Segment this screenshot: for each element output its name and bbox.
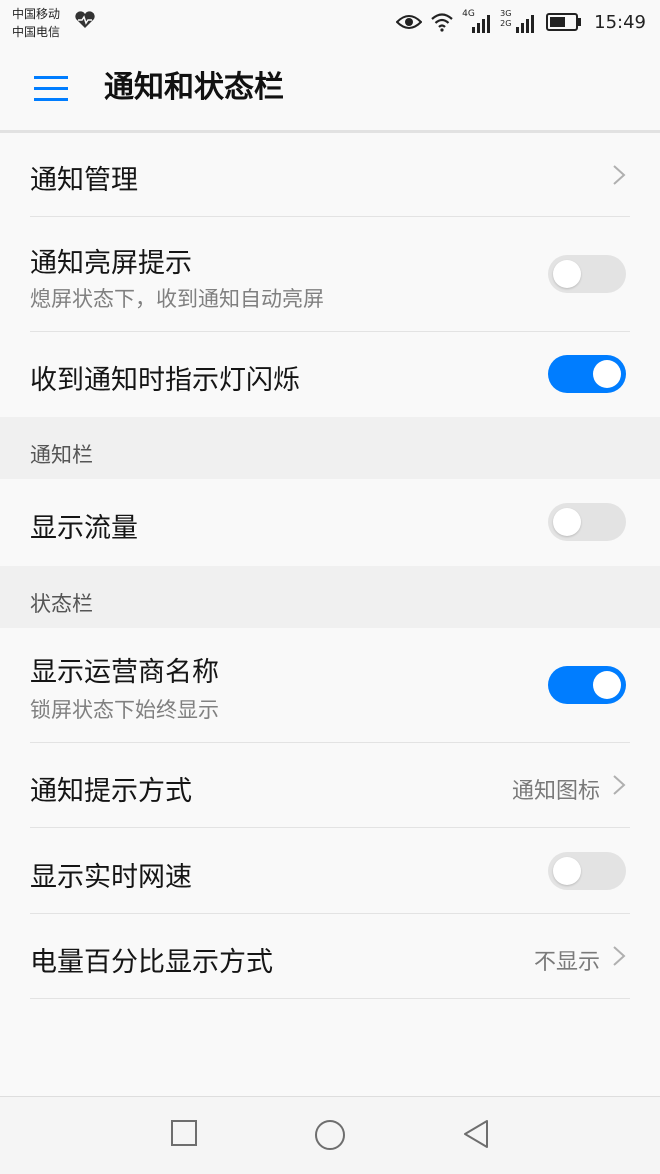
eye-icon — [396, 15, 423, 29]
net-speed-label: 显示实时网速 — [30, 862, 192, 893]
show-traffic-toggle[interactable] — [548, 503, 626, 541]
navigation-bar — [0, 1096, 660, 1174]
battery-percentage-label: 电量百分比显示方式 — [30, 947, 273, 978]
toggle-knob — [553, 857, 581, 885]
chevron-right-icon — [613, 775, 626, 795]
clock: 15:49 — [594, 11, 646, 33]
carrier-name-row: 显示运营商名称 锁屏状态下始终显示 — [30, 628, 630, 743]
back-icon[interactable] — [462, 1119, 490, 1149]
heart-icon — [75, 11, 95, 28]
carrier-name-toggle[interactable] — [548, 666, 626, 704]
chevron-right-icon — [613, 946, 626, 966]
recent-apps-icon[interactable] — [170, 1119, 198, 1147]
wake-screen-row: 通知亮屏提示 熄屏状态下，收到通知自动亮屏 — [30, 217, 630, 332]
section-notification-bar: 通知栏 — [0, 417, 660, 479]
carrier-info: 中国移动 中国电信 — [12, 5, 60, 41]
battery-percentage-row[interactable]: 电量百分比显示方式 不显示 — [30, 914, 630, 999]
network-type-2: 3G 2G — [500, 9, 512, 28]
section-status-bar: 状态栏 — [0, 566, 660, 628]
toggle-knob — [593, 671, 621, 699]
toggle-knob — [593, 360, 621, 388]
signal-icon-2: 3G 2G — [500, 9, 538, 33]
status-bar: 中国移动 中国电信 4G 3G 2G 15:49 — [0, 0, 660, 46]
section-status-bar-title: 状态栏 — [30, 592, 93, 616]
indicator-light-toggle[interactable] — [548, 355, 626, 393]
status-icons: 4G 3G 2G 15:49 — [396, 9, 646, 34]
wifi-icon — [431, 13, 453, 32]
page-title: 通知和状态栏 — [104, 70, 284, 105]
wake-screen-label: 通知亮屏提示 — [30, 248, 192, 279]
battery-icon — [546, 13, 582, 31]
show-traffic-row: 显示流量 — [30, 479, 630, 565]
net-speed-toggle[interactable] — [548, 852, 626, 890]
carrier-1: 中国移动 — [12, 7, 61, 21]
carrier-2: 中国电信 — [12, 25, 61, 39]
battery-percentage-value: 不显示 — [533, 950, 600, 975]
indicator-light-label: 收到通知时指示灯闪烁 — [30, 365, 300, 396]
notification-style-label: 通知提示方式 — [30, 776, 192, 807]
menu-icon[interactable] — [34, 76, 68, 102]
indicator-light-row: 收到通知时指示灯闪烁 — [30, 332, 630, 416]
net-speed-row: 显示实时网速 — [30, 828, 630, 914]
wake-screen-description: 熄屏状态下，收到通知自动亮屏 — [30, 287, 324, 311]
notification-style-row[interactable]: 通知提示方式 通知图标 — [30, 743, 630, 828]
carrier-name-label: 显示运营商名称 — [30, 657, 219, 688]
signal-icon-1: 4G — [462, 9, 492, 33]
wake-screen-toggle[interactable] — [548, 255, 626, 293]
toolbar: 通知和状态栏 — [0, 46, 660, 133]
toggle-knob — [553, 260, 581, 288]
toggle-knob — [553, 508, 581, 536]
chevron-right-icon — [613, 165, 626, 185]
section-notification-bar-title: 通知栏 — [30, 443, 93, 467]
notification-management-row[interactable]: 通知管理 — [30, 133, 630, 217]
notification-style-value: 通知图标 — [511, 779, 600, 804]
notification-management-label: 通知管理 — [30, 165, 138, 196]
home-icon[interactable] — [314, 1119, 346, 1151]
show-traffic-label: 显示流量 — [30, 513, 138, 544]
carrier-name-description: 锁屏状态下始终显示 — [30, 698, 219, 722]
